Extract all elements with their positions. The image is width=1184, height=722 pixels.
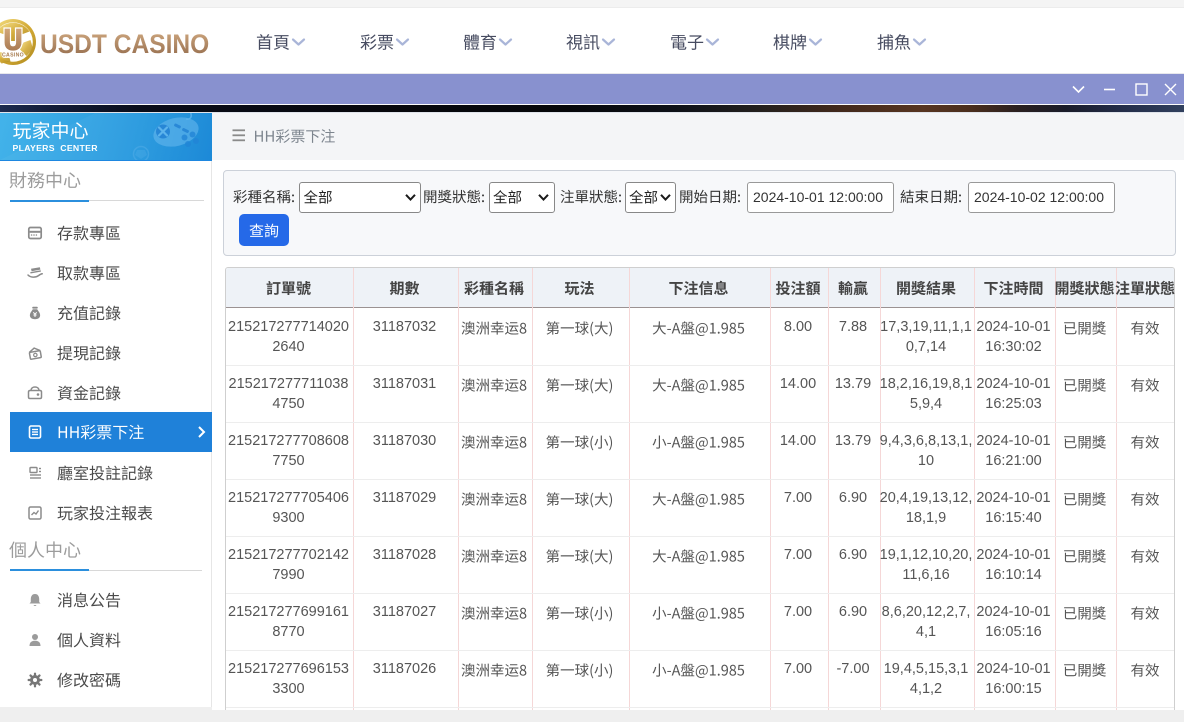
svg-text:CASINO: CASINO <box>2 53 24 59</box>
